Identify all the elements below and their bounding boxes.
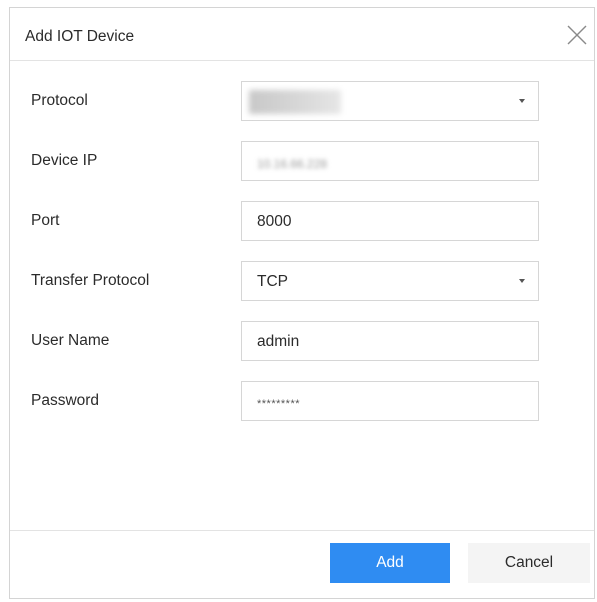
protocol-select[interactable] bbox=[241, 81, 539, 121]
device-ip-value: 10.16.66.228 bbox=[257, 157, 328, 171]
user-name-value: admin bbox=[257, 333, 300, 350]
device-ip-input[interactable]: 10.16.66.228 bbox=[241, 141, 539, 181]
protocol-label: Protocol bbox=[31, 92, 88, 109]
chevron-down-icon bbox=[519, 99, 525, 103]
form-row-transfer-protocol: Transfer Protocol TCP bbox=[10, 261, 594, 301]
password-input[interactable]: ********* bbox=[241, 381, 539, 421]
user-name-label: User Name bbox=[31, 332, 110, 349]
dialog-footer: Add Cancel bbox=[10, 530, 594, 598]
port-label: Port bbox=[31, 212, 60, 229]
user-name-input[interactable]: admin bbox=[241, 321, 539, 361]
transfer-protocol-select[interactable]: TCP bbox=[241, 261, 539, 301]
form-row-password: Password ********* bbox=[10, 381, 594, 421]
password-value: ********* bbox=[257, 398, 301, 410]
protocol-value-redacted bbox=[249, 90, 341, 114]
dialog-header: Add IOT Device bbox=[10, 8, 594, 61]
cancel-button[interactable]: Cancel bbox=[468, 543, 590, 583]
add-iot-device-dialog: Add IOT Device Protocol Device IP 10.16.… bbox=[9, 7, 595, 599]
chevron-down-icon bbox=[519, 279, 525, 283]
form-row-user-name: User Name admin bbox=[10, 321, 594, 361]
port-value: 8000 bbox=[257, 213, 292, 230]
port-input[interactable]: 8000 bbox=[241, 201, 539, 241]
form-row-device-ip: Device IP 10.16.66.228 bbox=[10, 141, 594, 181]
device-ip-label: Device IP bbox=[31, 152, 98, 169]
password-label: Password bbox=[31, 392, 100, 409]
form-row-protocol: Protocol bbox=[10, 81, 594, 121]
transfer-protocol-label: Transfer Protocol bbox=[31, 272, 150, 289]
transfer-protocol-value: TCP bbox=[257, 273, 288, 290]
add-button[interactable]: Add bbox=[330, 543, 450, 583]
dialog-title: Add IOT Device bbox=[25, 28, 135, 45]
form-row-port: Port 8000 bbox=[10, 201, 594, 241]
close-icon[interactable] bbox=[565, 23, 589, 47]
